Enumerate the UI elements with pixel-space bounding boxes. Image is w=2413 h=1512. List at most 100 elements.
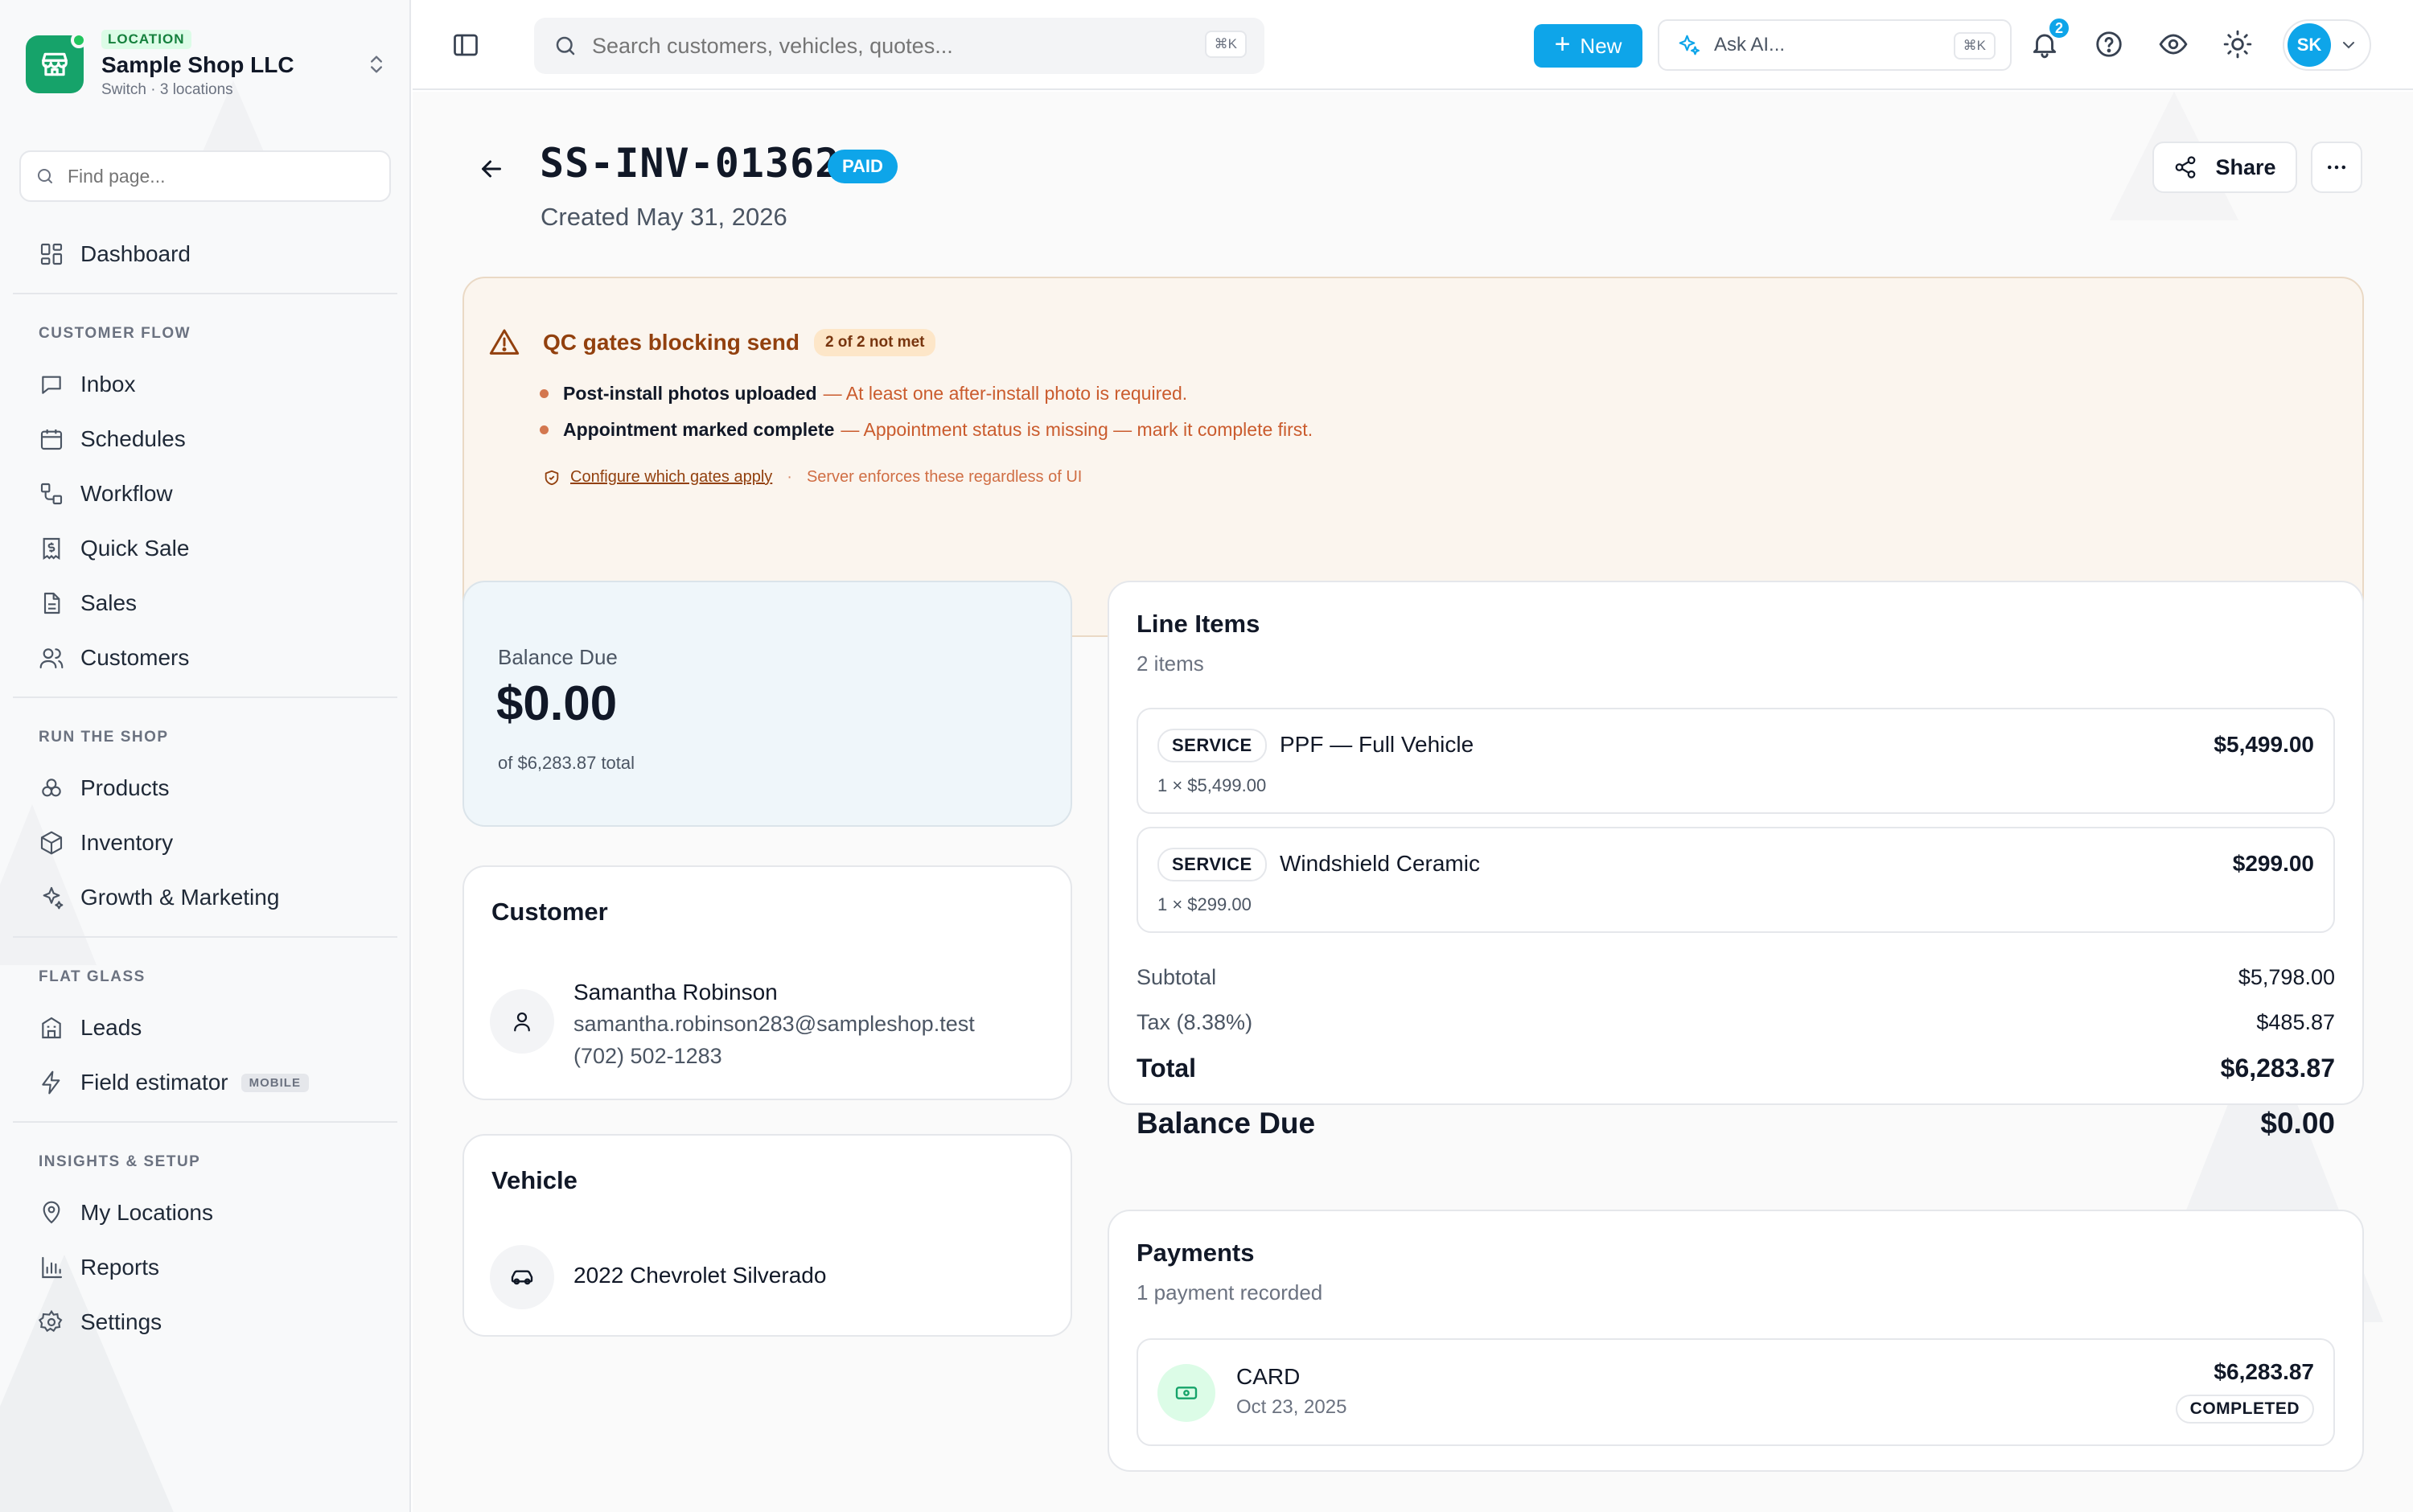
eye-icon[interactable] [2158,29,2189,60]
sidebar-item-leads[interactable]: Leads [39,1012,142,1044]
search-shortcut: ⌘K [1204,31,1247,58]
new-button[interactable]: + New [1534,24,1642,68]
sidebar-item-label: Products [80,775,170,800]
sparkles-icon [1679,35,1700,55]
building-icon [42,1017,61,1039]
customer-email[interactable]: samantha.robinson283@sampleshop.test [573,1012,975,1037]
bullet [540,425,549,434]
ask-ai-label: Ask AI... [1714,34,1786,55]
find-page-field[interactable] [19,150,391,202]
ask-ai-shortcut: ⌘K [1953,32,1996,60]
sidebar-item-label: Field estimator [80,1070,228,1095]
sidebar-item-settings[interactable]: Settings [39,1306,162,1338]
location-switcher[interactable]: LOCATION Sample Shop LLC Switch · 3 loca… [26,24,388,105]
sidebar-decoration [0,1255,177,1512]
help-icon[interactable] [2094,29,2124,60]
document-icon [43,592,60,614]
total-value: $6,283.87 [2220,1054,2335,1083]
back-arrow-icon[interactable] [477,154,506,183]
payments-title: Payments [1137,1239,1255,1267]
total-row: Total $6,283.87 [1137,1054,2335,1083]
sidebar-item-quick-sale[interactable]: Quick Sale [39,532,189,565]
ask-ai-button[interactable]: Ask AI... ⌘K [1658,19,2012,71]
line-item-qty: 1 × $299.00 [1157,894,1252,914]
vehicle-name[interactable]: 2022 Chevrolet Silverado [573,1263,826,1288]
sidebar-item-field-estimator[interactable]: Field estimator MOBILE [39,1066,309,1099]
separator: · [787,468,792,486]
share-button[interactable]: Share [2152,142,2297,193]
user-menu[interactable]: SK [2283,19,2371,71]
sidebar-item-products[interactable]: Products [39,772,170,804]
map-pin-icon [43,1201,60,1224]
package-icon [40,831,63,855]
balance-due-value: $0.00 [2260,1107,2335,1140]
sparkles-icon [43,886,64,910]
customer-card: Customer Samantha Robinson samantha.robi… [462,865,1072,1100]
line-item-name: PPF — Full Vehicle [1280,732,1474,757]
sidebar-item-schedules[interactable]: Schedules [39,423,186,455]
new-button-label: New [1580,33,1622,58]
workflow-icon [40,483,63,505]
tax-value: $485.87 [2256,1010,2335,1034]
sidebar-item-label: My Locations [80,1200,213,1225]
balance-amount: $0.00 [496,676,618,730]
dashboard-icon [40,243,63,265]
line-item-price: $5,499.00 [2214,732,2314,757]
sidebar-toggle-icon[interactable] [451,31,480,60]
sidebar-item-inventory[interactable]: Inventory [39,827,173,859]
users-icon [39,648,64,669]
divider [13,1121,397,1123]
balance-due-label: Balance Due [1137,1107,1316,1140]
line-item-row[interactable]: SERVICE PPF — Full Vehicle 1 × $5,499.00… [1137,708,2335,814]
store-icon [42,52,68,76]
vehicle-card: Vehicle 2022 Chevrolet Silverado [462,1134,1072,1337]
sidebar-item-inbox[interactable]: Inbox [39,368,136,401]
search-icon [556,36,575,55]
receipt-dollar-icon [43,537,60,560]
sidebar-item-label: Quick Sale [80,536,190,561]
bolt-icon [42,1070,60,1095]
banknote-icon [1175,1387,1198,1399]
sidebar-item-sales[interactable]: Sales [39,587,137,619]
sidebar-item-my-locations[interactable]: My Locations [39,1197,213,1229]
configure-gates-link[interactable]: Configure which gates apply [570,468,772,487]
qc-note: Server enforces these regardless of UI [806,468,1083,486]
sidebar-item-label: Dashboard [80,241,191,266]
balance-due-row: Balance Due $0.00 [1137,1107,2335,1140]
sidebar-item-customers[interactable]: Customers [39,642,189,674]
boxes-icon [42,779,61,797]
notification-count: 2 [2047,16,2071,40]
qc-footer: Configure which gates apply · Server enf… [543,468,1082,487]
more-actions-button[interactable] [2311,142,2362,193]
search-input[interactable] [592,33,1155,59]
payment-row[interactable]: CARD Oct 23, 2025 $6,283.87 COMPLETED [1137,1338,2335,1446]
payment-method: CARD [1236,1364,1301,1389]
divider [13,696,397,698]
find-page-input[interactable] [68,165,373,187]
chevron-down-icon [2343,42,2354,49]
section-run-the-shop: RUN THE SHOP [39,729,169,746]
sidebar-item-label: Schedules [80,426,186,451]
sidebar-item-label: Reports [80,1255,160,1280]
tax-row: Tax (8.38%) $485.87 [1137,1010,2335,1035]
section-customer-flow: CUSTOMER FLOW [39,325,191,342]
sidebar-item-reports[interactable]: Reports [39,1251,159,1284]
message-icon [42,376,61,394]
global-search[interactable]: ⌘K [534,18,1264,74]
sidebar-item-label: Inventory [80,830,174,855]
sun-icon[interactable] [2222,29,2253,60]
sidebar-item-dashboard[interactable]: Dashboard [39,238,191,270]
sidebar-item-growth-marketing[interactable]: Growth & Marketing [39,881,279,914]
customer-name[interactable]: Samantha Robinson [573,980,778,1005]
vehicle-card-title: Vehicle [491,1166,578,1194]
created-date: Created May 31, 2026 [541,203,787,231]
qc-count-badge: 2 of 2 not met [813,329,936,356]
mobile-badge: MOBILE [240,1073,309,1092]
line-item-row[interactable]: SERVICE Windshield Ceramic 1 × $299.00 $… [1137,827,2335,933]
balance-label: Balance Due [498,645,618,669]
shop-logo [26,32,87,93]
sidebar-item-workflow[interactable]: Workflow [39,478,173,510]
chevron-up-down-icon [371,55,382,73]
qc-gate-item: Appointment marked complete — Appointmen… [540,419,1313,441]
customer-phone[interactable]: (702) 502-1283 [573,1044,722,1069]
